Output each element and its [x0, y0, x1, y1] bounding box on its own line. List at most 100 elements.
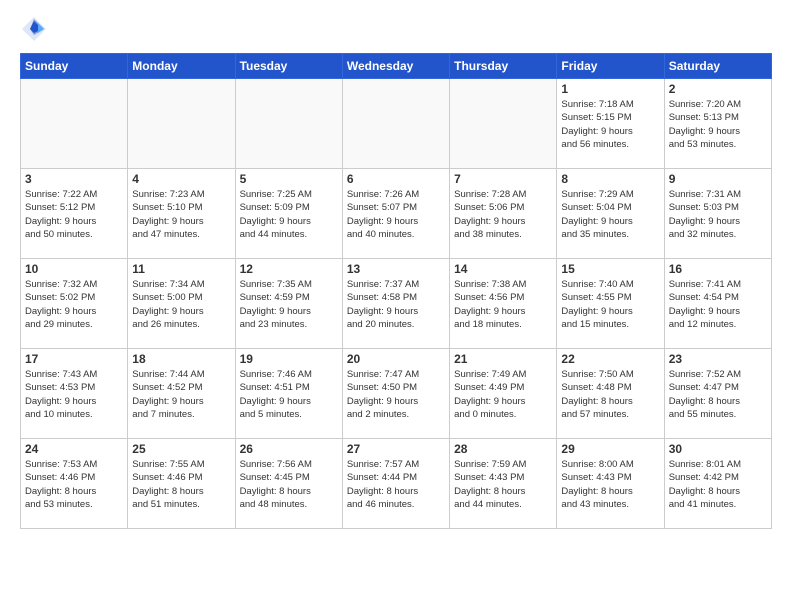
day-number: 12 [240, 262, 338, 276]
day-number: 10 [25, 262, 123, 276]
calendar-cell: 14 Sunrise: 7:38 AM Sunset: 4:56 PM Dayli… [450, 259, 557, 349]
logo-icon [20, 15, 48, 43]
day-number: 14 [454, 262, 552, 276]
calendar-cell: 20Sunrise: 7:47 AM Sunset: 4:50 PM Dayli… [342, 349, 449, 439]
day-info: Sunrise: 7:56 AM Sunset: 4:45 PM Dayligh… [240, 458, 338, 511]
day-info: Sunrise: 7:31 AM Sunset: 5:03 PM Dayligh… [669, 188, 767, 241]
weekday-header-row: SundayMondayTuesdayWednesdayThursdayFrid… [21, 54, 772, 79]
day-info: Sunrise: 7:53 AM Sunset: 4:46 PM Dayligh… [25, 458, 123, 511]
day-info: Sunrise: 7:28 AM Sunset: 5:06 PM Dayligh… [454, 188, 552, 241]
calendar-cell: 4 Sunrise: 7:23 AM Sunset: 5:10 PM Daylig… [128, 169, 235, 259]
calendar-cell: 22Sunrise: 7:50 AM Sunset: 4:48 PM Dayli… [557, 349, 664, 439]
day-number: 21 [454, 352, 552, 366]
calendar-cell: 12 Sunrise: 7:35 AM Sunset: 4:59 PM Dayli… [235, 259, 342, 349]
day-number: 29 [561, 442, 659, 456]
day-info: Sunrise: 7:44 AM Sunset: 4:52 PM Dayligh… [132, 368, 230, 421]
calendar-cell: 21Sunrise: 7:49 AM Sunset: 4:49 PM Dayli… [450, 349, 557, 439]
day-info: Sunrise: 7:43 AM Sunset: 4:53 PM Dayligh… [25, 368, 123, 421]
day-number: 18 [132, 352, 230, 366]
day-info: Sunrise: 7:50 AM Sunset: 4:48 PM Dayligh… [561, 368, 659, 421]
calendar-cell: 18 Sunrise: 7:44 AM Sunset: 4:52 PM Dayli… [128, 349, 235, 439]
day-info: Sunrise: 7:23 AM Sunset: 5:10 PM Dayligh… [132, 188, 230, 241]
day-number: 23 [669, 352, 767, 366]
day-number: 27 [347, 442, 445, 456]
day-number: 30 [669, 442, 767, 456]
day-number: 8 [561, 172, 659, 186]
day-info: Sunrise: 7:57 AM Sunset: 4:44 PM Dayligh… [347, 458, 445, 511]
week-row-3: 10Sunrise: 7:32 AM Sunset: 5:02 PM Dayli… [21, 259, 772, 349]
day-number: 7 [454, 172, 552, 186]
weekday-header-wednesday: Wednesday [342, 54, 449, 79]
calendar-cell: 29 Sunrise: 8:00 AM Sunset: 4:43 PM Dayli… [557, 439, 664, 529]
calendar-cell: 6 Sunrise: 7:26 AM Sunset: 5:07 PM Daylig… [342, 169, 449, 259]
weekday-header-monday: Monday [128, 54, 235, 79]
calendar-cell [128, 79, 235, 169]
day-number: 3 [25, 172, 123, 186]
day-info: Sunrise: 7:52 AM Sunset: 4:47 PM Dayligh… [669, 368, 767, 421]
calendar-cell: 30 Sunrise: 8:01 AM Sunset: 4:42 PM Dayli… [664, 439, 771, 529]
calendar-cell [450, 79, 557, 169]
calendar-cell: 1 Sunrise: 7:18 AM Sunset: 5:15 PM Daylig… [557, 79, 664, 169]
calendar-cell: 13Sunrise: 7:37 AM Sunset: 4:58 PM Dayli… [342, 259, 449, 349]
day-info: Sunrise: 7:46 AM Sunset: 4:51 PM Dayligh… [240, 368, 338, 421]
day-number: 15 [561, 262, 659, 276]
weekday-header-saturday: Saturday [664, 54, 771, 79]
calendar-cell: 7 Sunrise: 7:28 AM Sunset: 5:06 PM Daylig… [450, 169, 557, 259]
day-number: 1 [561, 82, 659, 96]
calendar-cell: 17 Sunrise: 7:43 AM Sunset: 4:53 PM Dayli… [21, 349, 128, 439]
calendar-cell: 3 Sunrise: 7:22 AM Sunset: 5:12 PM Daylig… [21, 169, 128, 259]
day-number: 25 [132, 442, 230, 456]
calendar-cell: 2Sunrise: 7:20 AM Sunset: 5:13 PM Daylig… [664, 79, 771, 169]
week-row-5: 24 Sunrise: 7:53 AM Sunset: 4:46 PM Dayli… [21, 439, 772, 529]
calendar-cell: 23 Sunrise: 7:52 AM Sunset: 4:47 PM Dayli… [664, 349, 771, 439]
calendar-cell [235, 79, 342, 169]
day-number: 5 [240, 172, 338, 186]
day-number: 4 [132, 172, 230, 186]
calendar-cell: 10Sunrise: 7:32 AM Sunset: 5:02 PM Dayli… [21, 259, 128, 349]
day-info: Sunrise: 7:26 AM Sunset: 5:07 PM Dayligh… [347, 188, 445, 241]
calendar-cell: 25Sunrise: 7:55 AM Sunset: 4:46 PM Dayli… [128, 439, 235, 529]
day-info: Sunrise: 7:47 AM Sunset: 4:50 PM Dayligh… [347, 368, 445, 421]
calendar-cell: 11Sunrise: 7:34 AM Sunset: 5:00 PM Dayli… [128, 259, 235, 349]
calendar-cell: 24 Sunrise: 7:53 AM Sunset: 4:46 PM Dayli… [21, 439, 128, 529]
weekday-header-tuesday: Tuesday [235, 54, 342, 79]
day-info: Sunrise: 8:01 AM Sunset: 4:42 PM Dayligh… [669, 458, 767, 511]
day-number: 24 [25, 442, 123, 456]
calendar-cell: 19 Sunrise: 7:46 AM Sunset: 4:51 PM Dayli… [235, 349, 342, 439]
day-info: Sunrise: 7:22 AM Sunset: 5:12 PM Dayligh… [25, 188, 123, 241]
day-number: 2 [669, 82, 767, 96]
logo [20, 15, 52, 43]
calendar-cell: 26 Sunrise: 7:56 AM Sunset: 4:45 PM Dayli… [235, 439, 342, 529]
calendar-cell: 15 Sunrise: 7:40 AM Sunset: 4:55 PM Dayli… [557, 259, 664, 349]
weekday-header-thursday: Thursday [450, 54, 557, 79]
calendar: SundayMondayTuesdayWednesdayThursdayFrid… [20, 53, 772, 529]
day-info: Sunrise: 7:35 AM Sunset: 4:59 PM Dayligh… [240, 278, 338, 331]
day-info: Sunrise: 7:37 AM Sunset: 4:58 PM Dayligh… [347, 278, 445, 331]
calendar-cell: 8 Sunrise: 7:29 AM Sunset: 5:04 PM Daylig… [557, 169, 664, 259]
day-info: Sunrise: 7:29 AM Sunset: 5:04 PM Dayligh… [561, 188, 659, 241]
calendar-cell: 27 Sunrise: 7:57 AM Sunset: 4:44 PM Dayli… [342, 439, 449, 529]
day-info: Sunrise: 7:18 AM Sunset: 5:15 PM Dayligh… [561, 98, 659, 151]
day-number: 28 [454, 442, 552, 456]
day-number: 19 [240, 352, 338, 366]
day-number: 16 [669, 262, 767, 276]
calendar-cell [342, 79, 449, 169]
day-info: Sunrise: 7:38 AM Sunset: 4:56 PM Dayligh… [454, 278, 552, 331]
calendar-cell: 28 Sunrise: 7:59 AM Sunset: 4:43 PM Dayli… [450, 439, 557, 529]
day-number: 9 [669, 172, 767, 186]
calendar-cell [21, 79, 128, 169]
calendar-cell: 5 Sunrise: 7:25 AM Sunset: 5:09 PM Daylig… [235, 169, 342, 259]
day-info: Sunrise: 8:00 AM Sunset: 4:43 PM Dayligh… [561, 458, 659, 511]
weekday-header-sunday: Sunday [21, 54, 128, 79]
week-row-1: 1 Sunrise: 7:18 AM Sunset: 5:15 PM Daylig… [21, 79, 772, 169]
day-number: 17 [25, 352, 123, 366]
day-number: 11 [132, 262, 230, 276]
day-number: 26 [240, 442, 338, 456]
calendar-cell: 16Sunrise: 7:41 AM Sunset: 4:54 PM Dayli… [664, 259, 771, 349]
day-info: Sunrise: 7:59 AM Sunset: 4:43 PM Dayligh… [454, 458, 552, 511]
day-info: Sunrise: 7:25 AM Sunset: 5:09 PM Dayligh… [240, 188, 338, 241]
page: SundayMondayTuesdayWednesdayThursdayFrid… [0, 0, 792, 549]
calendar-cell: 9 Sunrise: 7:31 AM Sunset: 5:03 PM Daylig… [664, 169, 771, 259]
day-info: Sunrise: 7:40 AM Sunset: 4:55 PM Dayligh… [561, 278, 659, 331]
day-number: 6 [347, 172, 445, 186]
